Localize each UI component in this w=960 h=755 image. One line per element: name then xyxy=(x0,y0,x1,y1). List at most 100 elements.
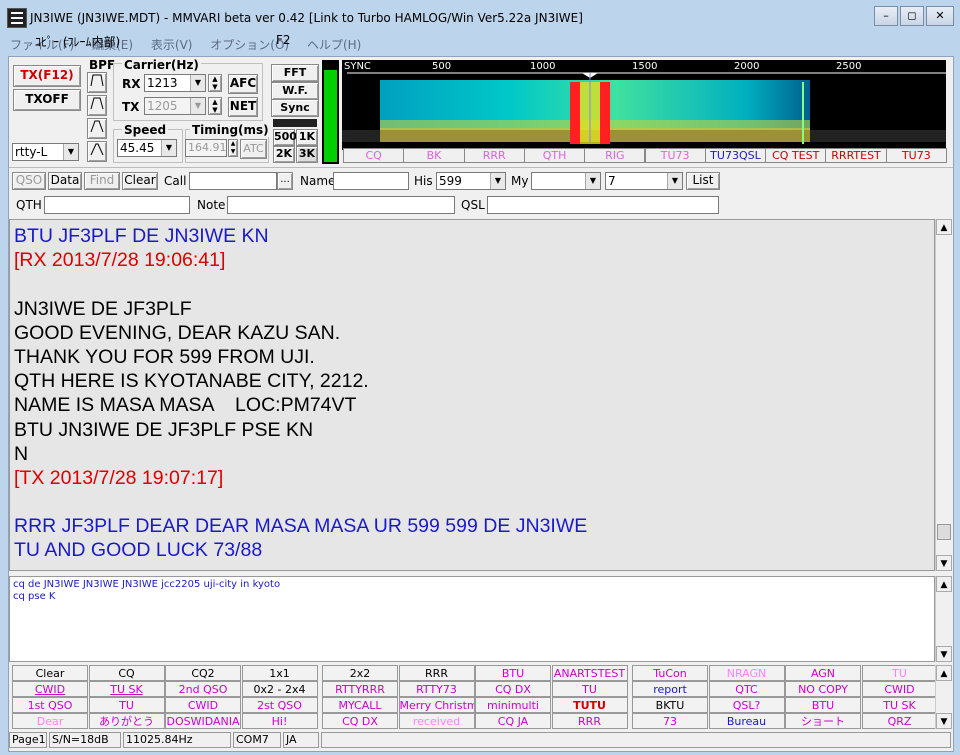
scroll-up-icon[interactable]: ▲ xyxy=(936,665,952,681)
tx-button[interactable]: TX(F12) xyxy=(13,65,81,87)
mode-select[interactable]: rtty-L ▼ xyxy=(12,143,79,161)
txoff-button[interactable]: TXOFF xyxy=(13,89,81,111)
macro-button[interactable]: RTTYRRR xyxy=(322,681,398,697)
macro-button[interactable]: BTU xyxy=(475,665,551,681)
macro-button[interactable]: AGN xyxy=(785,665,861,681)
receive-scrollbar[interactable]: ▲ ▼ xyxy=(935,219,952,571)
scroll-up-icon[interactable]: ▲ xyxy=(936,219,952,235)
scroll-down-icon[interactable]: ▼ xyxy=(936,646,952,662)
macro-button[interactable]: CWID xyxy=(12,681,88,697)
macro-button[interactable]: received xyxy=(398,713,475,729)
macro-button[interactable]: TU SK xyxy=(88,681,165,697)
scroll-up-icon[interactable]: ▲ xyxy=(936,576,952,592)
macro-button[interactable]: DOSWIDANIA xyxy=(165,713,241,729)
macro-button[interactable]: CWID xyxy=(861,681,938,697)
band-select[interactable]: 7 ▼ xyxy=(605,172,683,190)
waterfall-macro-button[interactable]: BK xyxy=(403,148,465,163)
waterfall-macro-button[interactable]: RRRTEST xyxy=(825,148,887,163)
macro-button[interactable]: RTTY73 xyxy=(398,681,475,697)
bpf-mid-button[interactable] xyxy=(87,95,107,116)
macro-button[interactable]: TU xyxy=(551,681,628,697)
waterfall-display[interactable]: SYNC 500 1000 1500 2000 2500 xyxy=(342,60,946,150)
macro-button[interactable]: 2nd QSO xyxy=(165,681,241,697)
macro-button[interactable]: Clear xyxy=(12,665,88,681)
macro-button[interactable]: minimulti xyxy=(475,697,551,713)
macro-button[interactable]: Dear xyxy=(12,713,88,729)
macro-button[interactable]: 2x2 xyxy=(322,665,398,681)
name-input[interactable] xyxy=(333,172,409,190)
receive-text-area[interactable]: BTU JF3PLF DE JN3IWE KN [RX 2013/7/28 19:… xyxy=(9,219,935,571)
macro-button[interactable]: CQ JA xyxy=(475,713,551,729)
qth-input[interactable] xyxy=(44,196,190,214)
call-input[interactable] xyxy=(189,172,277,190)
macro-button[interactable]: NRAGN xyxy=(708,665,785,681)
macro-button[interactable]: ショート xyxy=(785,713,861,729)
fft-button[interactable]: FFT xyxy=(271,64,319,82)
macro-button[interactable]: QSL? xyxy=(708,697,785,713)
macro-button[interactable]: 2st QSO xyxy=(241,697,318,713)
tx-spin-buttons[interactable]: ▲ ▼ xyxy=(208,97,222,115)
span-500-button[interactable]: 500 xyxy=(273,129,297,146)
macro-button[interactable]: TU xyxy=(88,697,165,713)
macro-button[interactable]: BKTU xyxy=(632,697,708,713)
afc-button[interactable]: AFC xyxy=(228,74,258,94)
find-button[interactable]: Find xyxy=(84,172,120,190)
macro-button[interactable]: 0x2 - 2x4 xyxy=(241,681,318,697)
macro-button[interactable]: report xyxy=(632,681,708,697)
bpf-vnarrow-button[interactable] xyxy=(87,141,107,162)
scroll-down-icon[interactable]: ▼ xyxy=(936,713,952,729)
waterfall-macro-button[interactable]: RIG xyxy=(584,148,646,163)
data-button[interactable]: Data xyxy=(48,172,82,190)
macro-button[interactable]: CQ xyxy=(88,665,165,681)
macro-button[interactable]: 1st QSO xyxy=(12,697,88,713)
waterfall-macro-button[interactable]: TU73QSL xyxy=(704,148,767,163)
waterfall-button[interactable]: W.F. xyxy=(271,82,319,100)
macro-button[interactable]: RRR xyxy=(398,665,475,681)
macro-button[interactable]: CQ DX xyxy=(475,681,551,697)
close-icon[interactable]: ✕ xyxy=(926,6,954,26)
macro-button[interactable]: TuCon xyxy=(632,665,708,681)
macro-button[interactable]: BTU xyxy=(785,697,861,713)
macro-button[interactable]: CQ2 xyxy=(165,665,241,681)
macro-button[interactable]: NO COPY xyxy=(785,681,861,697)
waterfall-macro-button[interactable]: RRR xyxy=(463,148,525,163)
clear-log-button[interactable]: Clear xyxy=(122,172,158,190)
maximize-icon[interactable]: ◻ xyxy=(900,6,924,26)
macro-button[interactable]: QTC xyxy=(708,681,785,697)
waterfall-macro-button[interactable]: TU73 xyxy=(885,148,947,163)
macro-button[interactable]: ありがとう xyxy=(88,713,165,729)
macro-button[interactable]: 1x1 xyxy=(241,665,318,681)
span-3k-button[interactable]: 3K xyxy=(296,146,318,163)
macro-button[interactable]: Merry Christmas xyxy=(398,697,475,713)
macro-button[interactable]: TUTU xyxy=(551,697,628,713)
timing-spin-buttons[interactable]: ▲ ▼ xyxy=(228,139,238,157)
macro-button[interactable]: TU SK xyxy=(861,697,938,713)
list-button[interactable]: List xyxy=(686,172,720,190)
browse-button[interactable]: ... xyxy=(277,172,293,190)
my-rst-select[interactable]: ▼ xyxy=(531,172,601,190)
macro-button[interactable]: QRZ xyxy=(861,713,938,729)
net-button[interactable]: NET xyxy=(228,97,258,117)
his-rst-select[interactable]: 599 ▼ xyxy=(436,172,506,190)
macro-button[interactable]: RRR xyxy=(551,713,628,729)
menu-help[interactable]: ヘルプ(H) xyxy=(307,38,361,52)
span-1k-button[interactable]: 1K xyxy=(296,129,318,146)
transmit-text-area[interactable]: cq de JN3IWE JN3IWE JN3IWE jcc2205 uji-c… xyxy=(9,576,935,662)
scroll-thumb[interactable] xyxy=(937,524,951,540)
tx-frequency-input[interactable]: 1205 ▼ xyxy=(144,97,206,115)
span-2k-button[interactable]: 2K xyxy=(273,146,295,163)
sync-button[interactable]: Sync xyxy=(271,99,319,117)
macro-button[interactable]: 73 xyxy=(632,713,708,729)
waterfall-macro-button[interactable]: CQ xyxy=(343,148,405,163)
macro-button[interactable]: MYCALL xyxy=(322,697,398,713)
transmit-scrollbar[interactable]: ▲ ▼ xyxy=(935,576,952,662)
rx-spin-buttons[interactable]: ▲ ▼ xyxy=(208,74,222,92)
waterfall-macro-button[interactable]: TU73 xyxy=(644,148,706,163)
qsl-input[interactable] xyxy=(487,196,719,214)
note-input[interactable] xyxy=(227,196,455,214)
minimize-icon[interactable]: – xyxy=(874,6,898,26)
timing-input[interactable]: 164.91 xyxy=(185,139,227,157)
macro-button[interactable]: ANARTSTEST xyxy=(551,665,628,681)
macro-scrollbar[interactable]: ▲ ▼ xyxy=(935,665,952,729)
macro-button[interactable]: Hi! xyxy=(241,713,318,729)
